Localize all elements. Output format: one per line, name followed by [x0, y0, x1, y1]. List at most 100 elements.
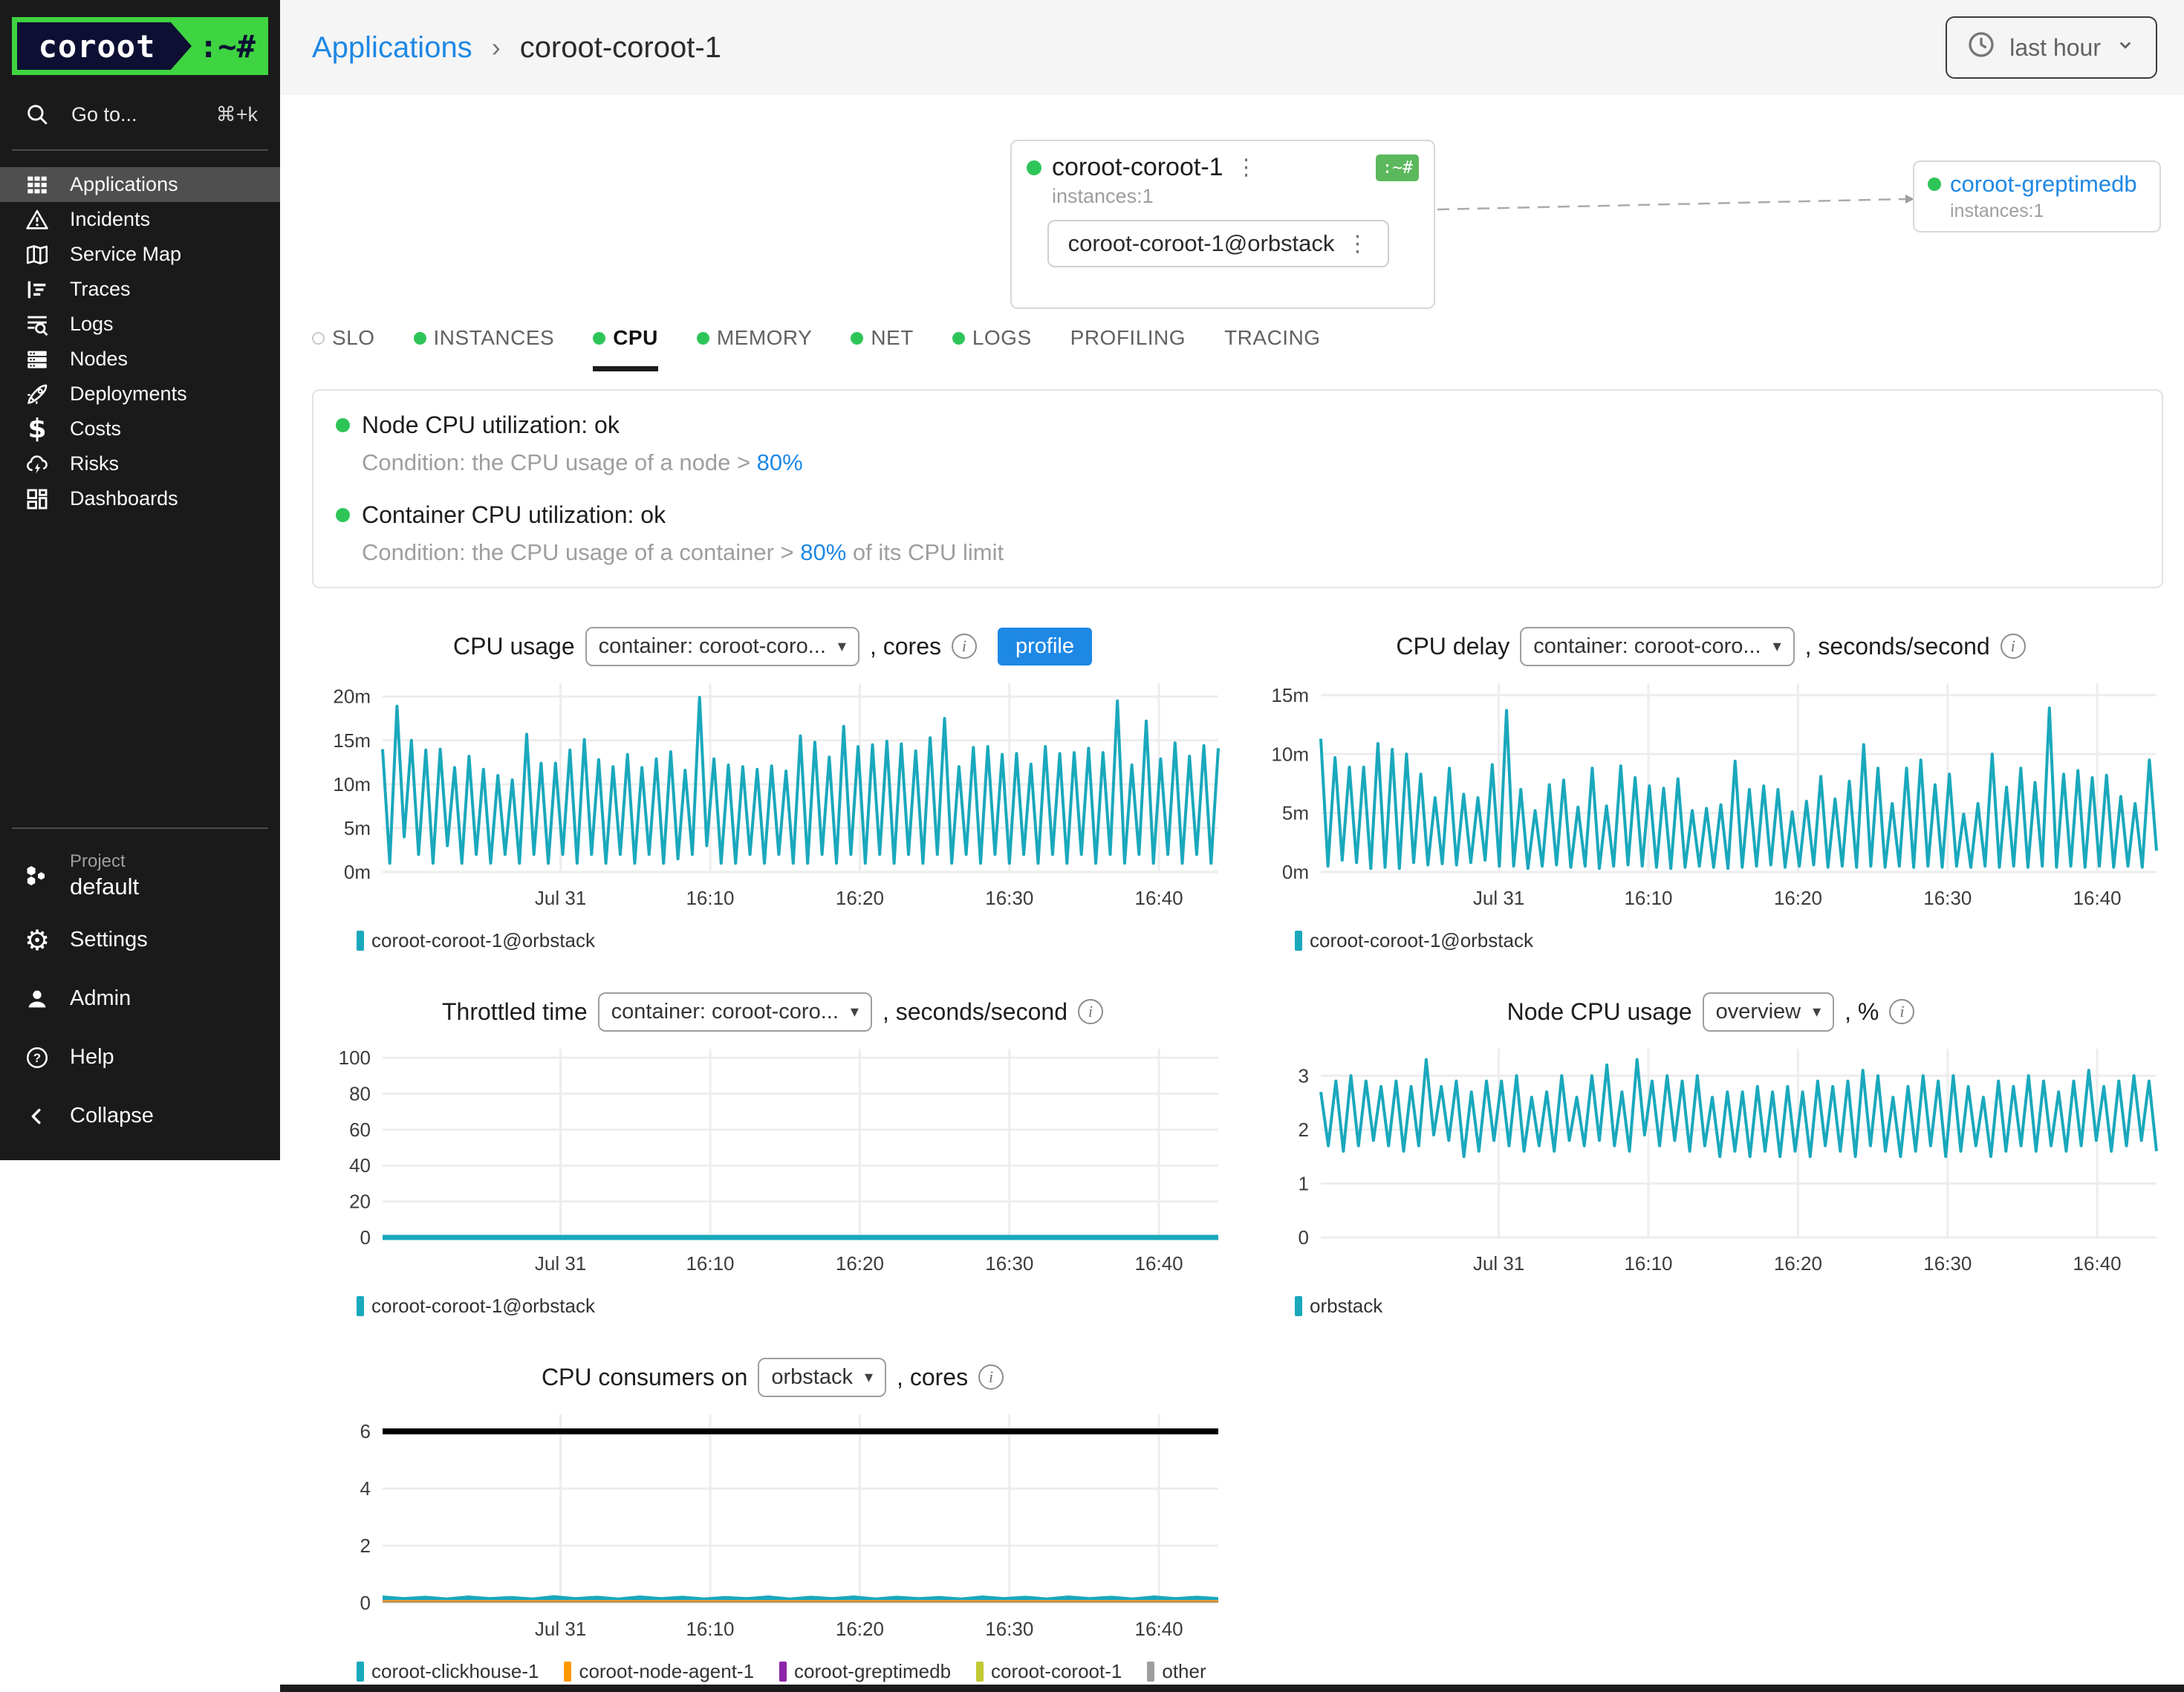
sidebar-item-risks[interactable]: Risks	[0, 446, 280, 481]
app-instances-label: instances:1	[1052, 185, 1419, 208]
tab-cpu[interactable]: CPU	[593, 326, 658, 371]
sidebar-item-nodes[interactable]: Nodes	[0, 342, 280, 377]
legend-item-orbstack[interactable]: orbstack	[1295, 1295, 1382, 1318]
sidebar-item-incidents[interactable]: Incidents	[0, 202, 280, 237]
chart-throttled-time: Throttled time container: coroot-coro...…	[312, 988, 1233, 1318]
svg-text:80: 80	[349, 1083, 371, 1105]
info-icon[interactable]: i	[2001, 634, 2026, 659]
throttled-time-series-select[interactable]: container: coroot-coro... ▾	[598, 992, 872, 1032]
legend-item-coroot-coroot-1-orbstack[interactable]: coroot-coroot-1@orbstack	[1295, 929, 1533, 952]
svg-text:0m: 0m	[344, 861, 371, 883]
dependency-dashed-link	[1436, 177, 1919, 221]
coroot-logo[interactable]: coroot :~#	[12, 17, 268, 75]
svg-text:Jul 31: Jul 31	[535, 887, 586, 909]
check-title: Node CPU utilization: ok	[362, 411, 620, 439]
status-dot	[952, 332, 965, 345]
svg-text:16:30: 16:30	[985, 887, 1033, 909]
cpu-usage-series-select[interactable]: container: coroot-coro... ▾	[585, 627, 859, 666]
svg-text:5m: 5m	[1282, 802, 1309, 824]
info-icon[interactable]: i	[952, 634, 977, 659]
tab-profiling[interactable]: PROFILING	[1070, 326, 1186, 371]
threshold-link[interactable]: 80%	[800, 539, 846, 565]
cloud-bolt-icon	[22, 452, 52, 477]
legend-item-coroot-coroot-1-orbstack[interactable]: coroot-coroot-1@orbstack	[357, 1295, 595, 1318]
kebab-menu-icon[interactable]: ⋮	[1235, 154, 1258, 180]
legend-color-swatch	[564, 1662, 571, 1682]
app-card-coroot-greptimedb: coroot-greptimedb instances:1	[1913, 160, 2161, 232]
svg-text:2: 2	[360, 1535, 371, 1557]
sidebar-item-settings[interactable]: ⚙Settings	[0, 911, 280, 969]
tab-instances[interactable]: INSTANCES	[414, 326, 555, 371]
tab-logs[interactable]: LOGS	[952, 326, 1032, 371]
status-dot	[312, 332, 325, 345]
check-node-cpu: Node CPU utilization: ok Condition: the …	[336, 411, 2139, 476]
sidebar-item-service-map[interactable]: Service Map	[0, 237, 280, 272]
svg-text:0m: 0m	[1282, 861, 1309, 883]
cpu-usage-chart: Jul 3116:1016:2016:3016:400m5m10m15m20m	[312, 670, 1233, 915]
breadcrumb-applications-link[interactable]: Applications	[312, 31, 472, 65]
time-range-picker[interactable]: last hour	[1946, 16, 2157, 79]
check-condition: Condition: the CPU usage of a container …	[362, 539, 2139, 566]
service-map-section: coroot-coroot-1 ⋮ :~# instances:1 coroot…	[280, 95, 2184, 312]
chart-title-suffix: , seconds/second	[1805, 633, 1990, 660]
legend-item-coroot-node-agent-1[interactable]: coroot-node-agent-1	[564, 1660, 754, 1683]
status-dot	[697, 332, 709, 345]
info-icon[interactable]: i	[978, 1364, 1004, 1390]
svg-text:0: 0	[360, 1226, 371, 1249]
instance-coroot-coroot-1-orbstack[interactable]: coroot-coroot-1@orbstack ⋮	[1047, 220, 1389, 267]
legend-item-coroot-greptimedb[interactable]: coroot-greptimedb	[779, 1660, 951, 1683]
profile-button[interactable]: profile	[998, 628, 1092, 666]
svg-text:3: 3	[1299, 1064, 1309, 1087]
tab-tracing[interactable]: TRACING	[1224, 326, 1321, 371]
goto-search[interactable]: Go to... ⌘+k	[0, 96, 280, 133]
sidebar-item-deployments[interactable]: Deployments	[0, 377, 280, 411]
info-icon[interactable]: i	[1889, 999, 1914, 1024]
legend-item-other[interactable]: other	[1147, 1660, 1206, 1683]
sidebar-item-admin[interactable]: Admin	[0, 969, 280, 1028]
goto-shortcut: ⌘+k	[216, 103, 258, 126]
svg-text:60: 60	[349, 1119, 371, 1141]
legend-item-coroot-coroot-1-orbstack[interactable]: coroot-coroot-1@orbstack	[357, 929, 595, 952]
status-dot	[851, 332, 863, 345]
svg-text:20: 20	[349, 1191, 371, 1213]
node-cpu-view-select[interactable]: overview ▾	[1703, 992, 1834, 1032]
legend-item-coroot-coroot-1[interactable]: coroot-coroot-1	[976, 1660, 1122, 1683]
svg-text:Jul 31: Jul 31	[1473, 887, 1524, 909]
rocket-icon	[22, 382, 52, 407]
check-container-cpu: Container CPU utilization: ok Condition:…	[336, 501, 2139, 566]
tab-memory[interactable]: MEMORY	[697, 326, 813, 371]
sidebar-item-help[interactable]: ?Help	[0, 1028, 280, 1087]
svg-text:16:40: 16:40	[1135, 1252, 1183, 1275]
chart-title: Throttled time	[442, 998, 588, 1026]
map-icon	[22, 242, 52, 267]
legend-item-coroot-clickhouse-1[interactable]: coroot-clickhouse-1	[357, 1660, 539, 1683]
chart-title: Node CPU usage	[1507, 998, 1692, 1026]
project-selector[interactable]: Project default	[0, 845, 280, 911]
tab-slo[interactable]: SLO	[312, 326, 375, 371]
search-icon	[22, 102, 52, 127]
sidebar-item-logs[interactable]: Logs	[0, 307, 280, 342]
svg-text:100: 100	[339, 1047, 371, 1069]
coroot-logo-text: coroot	[39, 28, 156, 65]
legend-color-swatch	[976, 1662, 984, 1682]
sidebar-item-costs[interactable]: $Costs	[0, 411, 280, 446]
svg-text:16:40: 16:40	[2073, 1252, 2122, 1275]
upstream-app-link[interactable]: coroot-greptimedb	[1950, 171, 2137, 198]
tab-net[interactable]: NET	[851, 326, 914, 371]
sidebar-item-dashboards[interactable]: Dashboards	[0, 481, 280, 516]
threshold-link[interactable]: 80%	[757, 449, 803, 475]
svg-text:Jul 31: Jul 31	[535, 1252, 586, 1275]
cpu-delay-series-select[interactable]: container: coroot-coro... ▾	[1520, 627, 1794, 666]
apps-grid-icon	[22, 172, 52, 198]
sidebar: coroot :~# Go to... ⌘+k ApplicationsInci…	[0, 0, 280, 1160]
caret-down-icon: ▾	[1773, 637, 1781, 656]
svg-text:Jul 31: Jul 31	[1473, 1252, 1524, 1275]
sidebar-item-traces[interactable]: Traces	[0, 272, 280, 307]
cpu-consumers-node-select[interactable]: orbstack ▾	[758, 1358, 886, 1397]
info-icon[interactable]: i	[1078, 999, 1103, 1024]
sidebar-item-applications[interactable]: Applications	[0, 167, 280, 202]
kebab-menu-icon[interactable]: ⋮	[1346, 231, 1368, 257]
sidebar-item-collapse[interactable]: Collapse	[0, 1087, 280, 1145]
app-type-badge: :~#	[1376, 154, 1419, 181]
app-card-name: coroot-coroot-1	[1052, 153, 1223, 182]
